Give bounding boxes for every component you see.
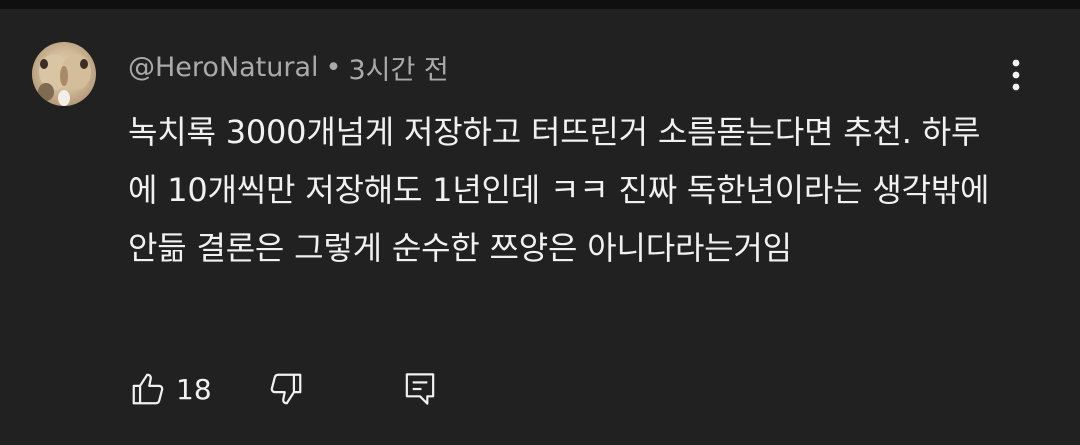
thumb-down-icon [270, 373, 301, 405]
more-options-button[interactable] [994, 53, 1038, 97]
dislike-button[interactable] [264, 367, 308, 411]
comment-meta: @HeroNatural • 3시간 전 [128, 48, 449, 87]
top-divider [0, 0, 1080, 9]
meta-separator: • [325, 51, 342, 83]
comment-item: @HeroNatural • 3시간 전 녹치록 3000개넘게 저장하고 터뜨… [0, 9, 1080, 445]
more-vert-icon [1012, 59, 1020, 91]
avatar-image [38, 54, 91, 106]
comment-actions: 18 [126, 366, 442, 412]
author-avatar[interactable] [32, 42, 96, 106]
reply-comment-icon [405, 373, 434, 405]
like-button[interactable] [126, 367, 170, 411]
reply-button[interactable] [398, 367, 442, 411]
author-handle[interactable]: @HeroNatural [128, 52, 319, 83]
like-count: 18 [176, 372, 212, 406]
comment-text: 녹치록 3000개넘게 저장하고 터뜨린거 소름돋는다면 추천. 하루에 10개… [128, 113, 990, 267]
thumb-up-icon [132, 373, 164, 405]
comment-timestamp[interactable]: 3시간 전 [348, 48, 448, 87]
